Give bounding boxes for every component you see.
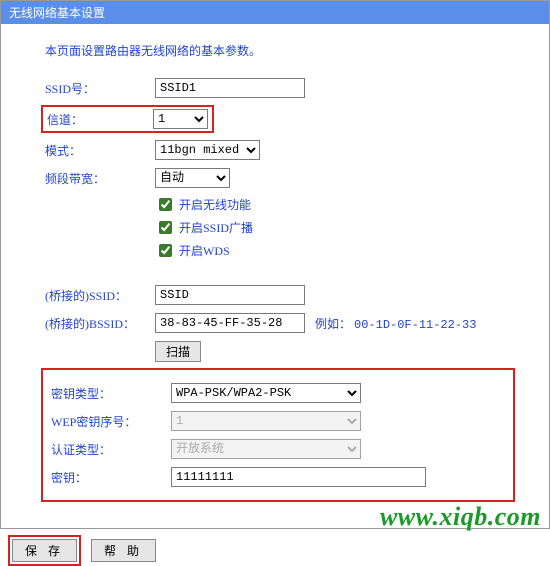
bandwidth-select[interactable]: 自动	[155, 168, 230, 188]
bssid-example: 例如： 00-1D-0F-11-22-33	[315, 315, 476, 332]
row-keytype: 密钥类型： WPA-PSK/WPA2-PSK	[51, 382, 509, 404]
label-key: 密钥：	[51, 469, 171, 486]
row-mode: 模式： 11bgn mixed	[45, 139, 545, 161]
mode-select[interactable]: 11bgn mixed	[155, 140, 260, 160]
label-bridged-ssid: (桥接的)SSID：	[45, 287, 155, 304]
row-enable-wds: 开启WDS	[155, 241, 545, 260]
row-enable-ssid-broadcast: 开启SSID广播	[155, 218, 545, 237]
intro-text: 本页面设置路由器无线网络的基本参数。	[45, 42, 545, 59]
help-button[interactable]: 帮 助	[91, 539, 156, 562]
wep-index-select: 1	[171, 411, 361, 431]
settings-panel: 本页面设置路由器无线网络的基本参数。 SSID号： 信道： 1 模式： 11bg…	[0, 24, 550, 529]
ssid-input[interactable]	[155, 78, 305, 98]
enable-ssid-broadcast-checkbox[interactable]	[159, 221, 172, 234]
auth-type-select: 开放系统	[171, 439, 361, 459]
save-button[interactable]: 保 存	[12, 539, 77, 562]
keytype-select[interactable]: WPA-PSK/WPA2-PSK	[171, 383, 361, 403]
bridged-ssid-input[interactable]	[155, 285, 305, 305]
window-titlebar: 无线网络基本设置	[0, 0, 550, 24]
label-channel: 信道：	[47, 111, 153, 128]
bridged-bssid-input[interactable]	[155, 313, 305, 333]
window-title: 无线网络基本设置	[9, 6, 105, 20]
row-bridged-ssid: (桥接的)SSID：	[45, 284, 545, 306]
row-channel-highlight: 信道： 1	[41, 105, 214, 133]
label-mode: 模式：	[45, 142, 155, 159]
row-enable-wireless: 开启无线功能	[155, 195, 545, 214]
bottom-buttons: 保 存 帮 助	[8, 535, 550, 566]
scan-button[interactable]: 扫描	[155, 341, 201, 362]
label-bandwidth: 频段带宽：	[45, 170, 155, 187]
row-ssid: SSID号：	[45, 77, 545, 99]
channel-select[interactable]: 1	[153, 109, 208, 129]
label-auth-type: 认证类型：	[51, 441, 171, 458]
row-bandwidth: 频段带宽： 自动	[45, 167, 545, 189]
label-ssid: SSID号：	[45, 80, 155, 97]
label-wep-index: WEP密钥序号：	[51, 413, 171, 430]
security-group-highlight: 密钥类型： WPA-PSK/WPA2-PSK WEP密钥序号： 1 认证类型： …	[41, 368, 515, 502]
enable-ssid-broadcast-label: 开启SSID广播	[179, 219, 253, 236]
enable-wds-checkbox[interactable]	[159, 244, 172, 257]
key-input[interactable]	[171, 467, 426, 487]
row-scan: 扫描	[45, 340, 545, 362]
save-highlight: 保 存	[8, 535, 81, 566]
label-keytype: 密钥类型：	[51, 385, 171, 402]
row-auth-type: 认证类型： 开放系统	[51, 438, 509, 460]
label-bridged-bssid: (桥接的)BSSID：	[45, 315, 155, 332]
row-wep-index: WEP密钥序号： 1	[51, 410, 509, 432]
enable-wds-label: 开启WDS	[179, 242, 230, 259]
enable-wireless-checkbox[interactable]	[159, 198, 172, 211]
row-bridged-bssid: (桥接的)BSSID： 例如： 00-1D-0F-11-22-33	[45, 312, 545, 334]
row-key: 密钥：	[51, 466, 509, 488]
enable-wireless-label: 开启无线功能	[179, 196, 251, 213]
